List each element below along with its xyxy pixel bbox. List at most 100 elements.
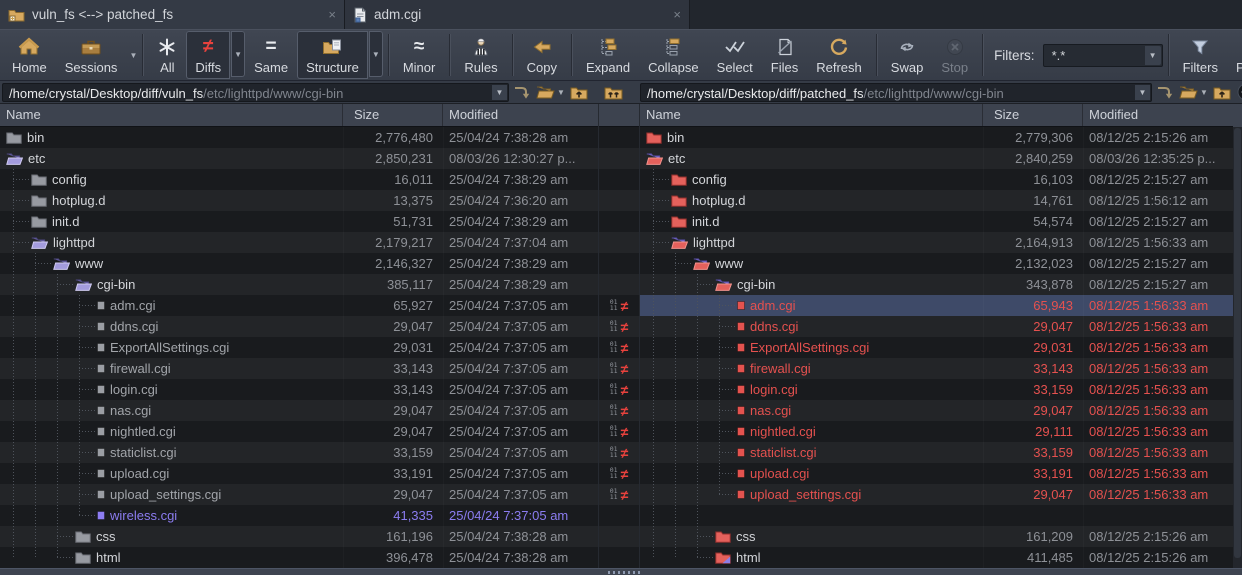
left-path-input[interactable]: /home/crystal/Desktop/diff/vuln_fs/etc/l… — [2, 82, 509, 102]
chevron-down-icon[interactable]: ▼ — [1144, 45, 1161, 65]
scrollbar-thumb[interactable] — [1234, 128, 1241, 558]
tree-row-upload_settings.cgi[interactable]: upload_settings.cgi 29,047 25/04/24 7:37:0… — [0, 484, 598, 505]
same-button[interactable]: = Same — [245, 31, 297, 79]
collapse-button[interactable]: Collapse — [639, 31, 708, 79]
parent-folder-icon[interactable] — [1210, 82, 1234, 103]
splitter-grip[interactable] — [608, 571, 640, 574]
item-modified: 08/12/25 2:15:26 am — [1083, 127, 1233, 148]
tree-row-bin[interactable]: bin 2,776,480 25/04/24 7:38:28 am — [0, 127, 598, 148]
tree-row-login.cgi[interactable]: login.cgi 33,159 08/12/25 1:56:33 am — [640, 379, 1233, 400]
chevron-down-icon[interactable]: ▼ — [231, 31, 246, 77]
enter-subfolder-icon[interactable] — [1152, 82, 1176, 103]
tree-row-lighttpd[interactable]: lighttpd 2,164,913 08/12/25 1:56:33 am — [640, 232, 1233, 253]
tree-row-nightled.cgi[interactable]: nightled.cgi 29,111 08/12/25 1:56:33 am — [640, 421, 1233, 442]
path-dropdown-icon[interactable]: ▼ — [492, 84, 507, 100]
tree-row-upload.cgi[interactable]: upload.cgi 33,191 08/12/25 1:56:33 am — [640, 463, 1233, 484]
binary-digits-icon: 01 11 — [609, 466, 618, 480]
tree-row-firewall.cgi[interactable]: firewall.cgi 33,143 08/12/25 1:56:33 am — [640, 358, 1233, 379]
rules-button[interactable]: Rules — [455, 31, 506, 79]
toolbar-button-label: All — [160, 59, 175, 75]
file-changed-icon — [737, 301, 745, 310]
swap-button[interactable]: Swap — [882, 31, 933, 79]
item-size: 51,731 — [343, 211, 443, 232]
tree-row-staticlist.cgi[interactable]: staticlist.cgi 33,159 08/12/25 1:56:33 am — [640, 442, 1233, 463]
parent-folder-both-icon[interactable] — [601, 82, 625, 103]
tree-row-cgi-bin[interactable]: cgi-bin 385,117 25/04/24 7:38:29 am — [0, 274, 598, 295]
tree-row-upload.cgi[interactable]: upload.cgi 33,191 25/04/24 7:37:05 am — [0, 463, 598, 484]
all-button[interactable]: All — [148, 31, 186, 79]
tree-row-nas.cgi[interactable]: nas.cgi 29,047 08/12/25 1:56:33 am — [640, 400, 1233, 421]
peek-button[interactable]: Peek — [1227, 31, 1242, 79]
tree-row-css[interactable]: css 161,209 08/12/25 2:15:26 am — [640, 526, 1233, 547]
chevron-down-icon[interactable]: ▼ — [368, 31, 383, 77]
column-header-name[interactable]: Name — [0, 104, 343, 126]
sessions-button[interactable]: Sessions — [56, 31, 127, 79]
tree-row-wireless.cgi[interactable]: wireless.cgi 41,335 25/04/24 7:37:05 am — [0, 505, 598, 526]
copy-button[interactable]: Copy — [518, 31, 566, 79]
parent-folder-icon[interactable] — [567, 82, 591, 103]
tree-row-ExportAllSettings.cgi[interactable]: ExportAllSettings.cgi 29,031 08/12/25 1:56… — [640, 337, 1233, 358]
structure-button[interactable]: Structure — [297, 31, 368, 79]
tree-row-init.d[interactable]: init.d 54,574 08/12/25 2:15:27 am — [640, 211, 1233, 232]
vertical-scrollbar[interactable] — [1233, 104, 1242, 568]
tree-row-config[interactable]: config 16,011 25/04/24 7:38:29 am — [0, 169, 598, 190]
tree-row-ddns.cgi[interactable]: ddns.cgi 29,047 25/04/24 7:37:05 am — [0, 316, 598, 337]
tree-row-www[interactable]: www 2,132,023 08/12/25 2:15:27 am — [640, 253, 1233, 274]
stop-button[interactable]: Stop — [932, 31, 977, 79]
tree-row-upload_settings.cgi[interactable]: upload_settings.cgi 29,047 08/12/25 1:56:3… — [640, 484, 1233, 505]
enter-subfolder-icon[interactable] — [509, 82, 533, 103]
browse-folder-dropdown-icon[interactable]: ▼ — [1200, 88, 1210, 97]
folder-icon — [6, 131, 22, 144]
tree-row-cgi-bin[interactable]: cgi-bin 343,878 08/12/25 2:15:27 am — [640, 274, 1233, 295]
tree-row-lighttpd[interactable]: lighttpd 2,179,217 25/04/24 7:37:04 am — [0, 232, 598, 253]
column-header-size[interactable]: Size — [983, 104, 1083, 126]
column-header-modified[interactable]: Modified — [443, 104, 598, 126]
tree-row-ddns.cgi[interactable]: ddns.cgi 29,047 08/12/25 1:56:33 am — [640, 316, 1233, 337]
path-rest: /etc/lighttpd/www/cgi-bin — [863, 85, 1004, 101]
close-tab-icon[interactable]: × — [673, 8, 681, 21]
tree-row-ExportAllSettings.cgi[interactable]: ExportAllSettings.cgi 29,031 25/04/24 7:37… — [0, 337, 598, 358]
select-button[interactable]: Select — [708, 31, 762, 79]
column-header-name[interactable]: Name — [640, 104, 983, 126]
tree-row-hotplug.d[interactable]: hotplug.d 14,761 08/12/25 1:56:12 am — [640, 190, 1233, 211]
tree-row-adm.cgi[interactable]: adm.cgi 65,927 25/04/24 7:37:05 am — [0, 295, 598, 316]
tree-row-init.d[interactable]: init.d 51,731 25/04/24 7:38:29 am — [0, 211, 598, 232]
tree-row-nas.cgi[interactable]: nas.cgi 29,047 25/04/24 7:37:05 am — [0, 400, 598, 421]
tree-row-www[interactable]: www 2,146,327 25/04/24 7:38:29 am — [0, 253, 598, 274]
tree-row-staticlist.cgi[interactable]: staticlist.cgi 33,159 25/04/24 7:37:05 am — [0, 442, 598, 463]
tree-row-adm.cgi[interactable]: adm.cgi 65,943 08/12/25 1:56:33 am — [640, 295, 1233, 316]
tab-text-compare[interactable]: adm.cgi × — [345, 0, 690, 29]
minor-button[interactable]: ≈ Minor — [394, 31, 445, 79]
browse-folder-dropdown-icon[interactable]: ▼ — [557, 88, 567, 97]
column-header-size[interactable]: Size — [343, 104, 443, 126]
tree-row-config[interactable]: config 16,103 08/12/25 2:15:27 am — [640, 169, 1233, 190]
tree-row-css[interactable]: css 161,196 25/04/24 7:38:28 am — [0, 526, 598, 547]
files-button[interactable]: Files — [762, 31, 807, 79]
tree-connector — [79, 410, 95, 411]
back-icon[interactable] — [1234, 82, 1242, 103]
tree-row-etc[interactable]: etc 2,840,259 08/03/26 12:35:25 p... — [640, 148, 1233, 169]
column-header-modified[interactable]: Modified — [1083, 104, 1233, 126]
refresh-button[interactable]: Refresh — [807, 31, 871, 79]
filters-button[interactable]: Filters — [1174, 31, 1227, 79]
chevron-down-icon[interactable]: ▼ — [129, 51, 137, 60]
expand-button[interactable]: Expand — [577, 31, 639, 79]
close-tab-icon[interactable]: × — [328, 8, 336, 21]
filters-combobox[interactable]: *.* ▼ — [1042, 43, 1163, 67]
right-path-input[interactable]: /home/crystal/Desktop/diff/patched_fs/et… — [640, 82, 1152, 102]
home-button[interactable]: Home — [3, 31, 56, 79]
path-dropdown-icon[interactable]: ▼ — [1135, 84, 1150, 100]
browse-folder-icon[interactable] — [533, 82, 557, 103]
tree-row-login.cgi[interactable]: login.cgi 33,143 25/04/24 7:37:05 am — [0, 379, 598, 400]
tab-folder-compare[interactable]: vuln_fs <--> patched_fs × — [0, 0, 345, 29]
tree-row-bin[interactable]: bin 2,779,306 08/12/25 2:15:26 am — [640, 127, 1233, 148]
tree-row-hotplug.d[interactable]: hotplug.d 13,375 25/04/24 7:36:20 am — [0, 190, 598, 211]
tree-row-html[interactable]: html 396,478 25/04/24 7:38:28 am — [0, 547, 598, 568]
tree-row-html[interactable]: html 411,485 08/12/25 2:15:26 am — [640, 547, 1233, 568]
diffs-button[interactable]: ≠ Diffs — [186, 31, 231, 79]
tree-row-nightled.cgi[interactable]: nightled.cgi 29,047 25/04/24 7:37:05 am — [0, 421, 598, 442]
browse-folder-icon[interactable] — [1176, 82, 1200, 103]
tree-row-empty[interactable] — [640, 505, 1233, 526]
tree-row-etc[interactable]: etc 2,850,231 08/03/26 12:30:27 p... — [0, 148, 598, 169]
tree-row-firewall.cgi[interactable]: firewall.cgi 33,143 25/04/24 7:37:05 am — [0, 358, 598, 379]
